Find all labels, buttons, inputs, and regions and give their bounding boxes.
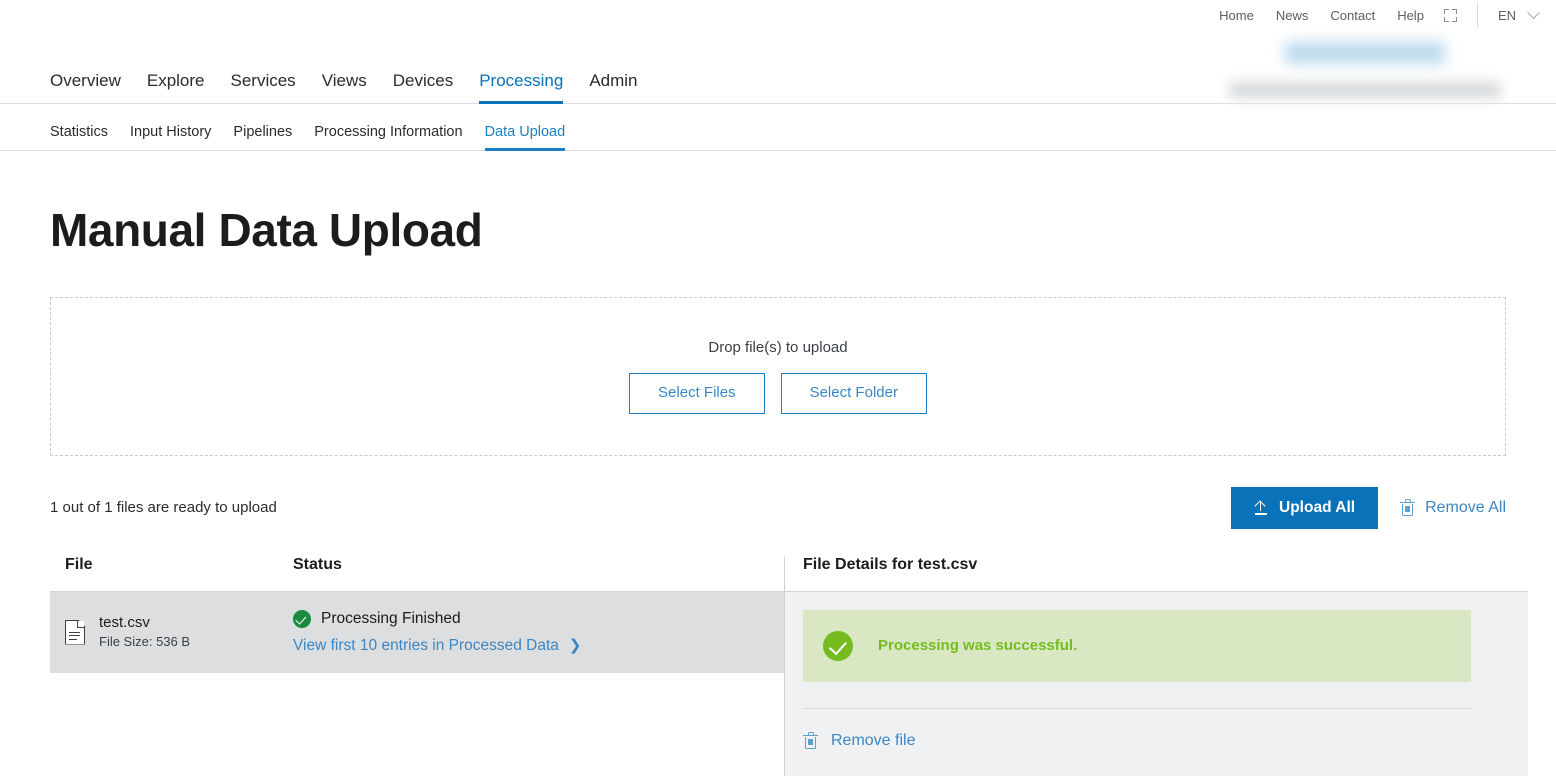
utility-divider (1476, 2, 1478, 28)
file-cell: test.csv File Size: 536 B (50, 612, 293, 653)
details-separator (803, 707, 1471, 709)
nav-item-views[interactable]: Views (322, 72, 367, 103)
file-size: File Size: 536 B (99, 634, 191, 650)
chevron-right-icon: ❯ (568, 637, 582, 654)
subnav-item-pipelines[interactable]: Pipelines (233, 124, 292, 151)
upload-actions: Upload All Remove All (1231, 487, 1506, 529)
language-selector[interactable]: EN (1497, 5, 1540, 23)
fullscreen-icon[interactable] (1443, 8, 1457, 22)
success-banner: Processing was successful. (803, 609, 1471, 682)
trash-icon (803, 732, 818, 749)
subnav-item-input-history[interactable]: Input History (130, 124, 211, 151)
upload-actions-row: 1 out of 1 files are ready to upload Upl… (50, 487, 1506, 529)
main-navigation: Overview Explore Services Views Devices … (0, 52, 1556, 104)
file-table: File Status test.csv File Size: 536 B Pr… (50, 555, 785, 776)
check-circle-icon (823, 630, 853, 661)
remove-file-button[interactable]: Remove file (803, 732, 1471, 750)
dropzone-buttons: Select Files Select Folder (629, 373, 927, 414)
file-details-pane: File Details for test.csv Processing was… (785, 555, 1528, 776)
nav-item-processing[interactable]: Processing (479, 72, 564, 104)
sub-navigation: Statistics Input History Pipelines Proce… (0, 104, 1556, 151)
upload-all-button[interactable]: Upload All (1231, 487, 1379, 529)
chevron-down-icon (1527, 5, 1540, 19)
table-header-row: File Status (50, 556, 784, 592)
success-message: Processing was successful. (878, 637, 1078, 654)
trash-icon (1400, 499, 1416, 516)
file-name: test.csv (99, 613, 150, 631)
subnav-item-statistics[interactable]: Statistics (50, 124, 108, 151)
nav-item-admin[interactable]: Admin (589, 72, 637, 103)
file-dropzone[interactable]: Drop file(s) to upload Select Files Sele… (50, 297, 1506, 456)
file-details-title: File Details for test.csv (785, 556, 1528, 592)
utility-link-news[interactable]: News (1276, 9, 1309, 22)
page-title: Manual Data Upload (50, 204, 483, 256)
nav-item-overview[interactable]: Overview (50, 72, 121, 103)
column-header-status: Status (293, 555, 342, 573)
language-label: EN (1497, 7, 1516, 23)
document-icon (65, 619, 85, 645)
upload-arrow-icon (1254, 500, 1267, 515)
nav-item-devices[interactable]: Devices (393, 72, 453, 103)
files-ready-status: 1 out of 1 files are ready to upload (50, 499, 277, 517)
subnav-item-processing-information[interactable]: Processing Information (314, 124, 462, 151)
view-processed-data-link[interactable]: View first 10 entries in Processed Data … (293, 637, 784, 655)
remove-all-button[interactable]: Remove All (1400, 499, 1506, 517)
table-row[interactable]: test.csv File Size: 536 B Processing Fin… (50, 591, 784, 673)
utility-link-home[interactable]: Home (1219, 9, 1254, 22)
utility-link-contact[interactable]: Contact (1330, 9, 1375, 22)
utility-bar: Home News Contact Help EN (0, 0, 1556, 30)
status-text: Processing Finished (321, 609, 461, 627)
select-folder-button[interactable]: Select Folder (780, 373, 927, 414)
upload-results-section: File Status test.csv File Size: 536 B Pr… (50, 555, 1528, 776)
nav-item-services[interactable]: Services (231, 72, 296, 103)
status-line: Processing Finished (293, 609, 784, 628)
dropzone-hint: Drop file(s) to upload (708, 339, 848, 357)
select-files-button[interactable]: Select Files (629, 373, 765, 414)
subnav-item-data-upload[interactable]: Data Upload (484, 124, 565, 151)
remove-file-label: Remove file (831, 731, 916, 749)
main-content: Manual Data Upload Drop file(s) to uploa… (0, 203, 1556, 776)
view-processed-data-label: View first 10 entries in Processed Data (293, 636, 559, 654)
remove-all-label: Remove All (1425, 498, 1506, 516)
status-cell: Processing Finished View first 10 entrie… (293, 609, 784, 655)
utility-link-help[interactable]: Help (1397, 9, 1424, 22)
check-circle-icon (293, 609, 311, 628)
upload-all-label: Upload All (1279, 499, 1356, 516)
file-details-body: Processing was successful. Remove file (785, 591, 1528, 776)
column-header-file: File (65, 555, 93, 573)
nav-item-explore[interactable]: Explore (147, 72, 205, 103)
